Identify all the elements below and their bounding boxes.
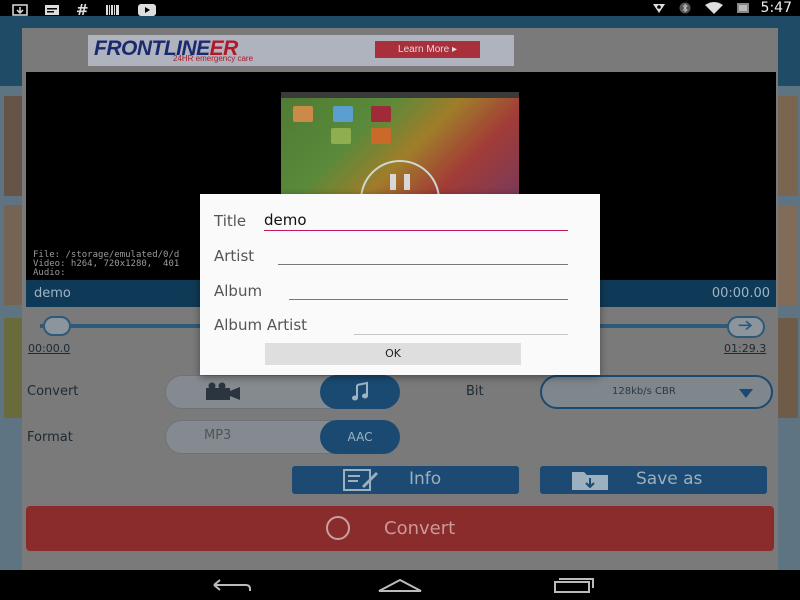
barcode-icon — [105, 5, 119, 15]
artist-field[interactable] — [278, 246, 566, 264]
ok-button[interactable]: OK — [265, 343, 521, 365]
download-icon — [12, 4, 28, 16]
album-artist-field[interactable] — [354, 315, 566, 333]
bluetooth-icon — [679, 2, 691, 14]
media-title: demo — [34, 286, 71, 301]
home-icon[interactable] — [377, 577, 423, 593]
edit-icon — [343, 469, 378, 491]
app-icon — [333, 106, 353, 122]
battery-icon — [736, 3, 749, 13]
back-icon[interactable] — [206, 577, 252, 593]
ad-learn-more-button[interactable]: Learn More ▸ — [375, 41, 480, 58]
save-as-button[interactable]: Save as — [540, 466, 767, 494]
title-label: Title — [214, 212, 247, 230]
bit-label: Bit — [466, 384, 484, 399]
message-icon — [45, 5, 59, 15]
location-icon — [652, 4, 665, 13]
arrow-right-icon — [738, 320, 753, 331]
folder-download-icon — [572, 472, 608, 490]
status-bar: # 5:47 — [0, 0, 800, 19]
screen: { "status_bar": { "time": "5:47", "left_… — [0, 0, 800, 600]
app-icon — [371, 128, 391, 144]
wifi-icon — [704, 2, 723, 14]
convert-button[interactable]: Convert — [26, 506, 774, 551]
info-button[interactable]: Info — [292, 466, 519, 494]
artist-underline — [278, 264, 568, 265]
background-thumbnail — [778, 205, 798, 305]
app-icon — [371, 106, 391, 122]
background-thumbnail — [4, 205, 24, 305]
title-field[interactable] — [264, 211, 564, 229]
app-icon — [293, 106, 313, 122]
background-thumbnail — [778, 318, 798, 418]
background-thumbnail — [4, 318, 24, 418]
album-underline — [289, 299, 568, 300]
format-option-mp3[interactable]: MP3 — [204, 428, 231, 443]
recents-icon[interactable] — [549, 577, 595, 593]
navigation-bar — [0, 570, 800, 600]
convert-label: Convert — [27, 384, 79, 399]
clock: 5:47 — [760, 0, 792, 16]
album-artist-underline — [354, 334, 568, 335]
artist-label: Artist — [214, 247, 255, 265]
title-underline — [264, 230, 568, 231]
audio-mode-button[interactable] — [320, 375, 400, 409]
trim-end-handle[interactable] — [727, 316, 765, 338]
trim-end-time: 01:29.3 — [724, 342, 767, 355]
format-option-aac[interactable]: AAC — [320, 420, 400, 454]
refresh-icon — [326, 516, 350, 540]
ad-banner[interactable]: FRONTLINEER 24HR emergency care Learn Mo… — [88, 35, 514, 66]
current-time: 00:00.00 — [711, 286, 770, 301]
chevron-down-icon — [739, 389, 753, 398]
ad-tagline: 24HR emergency care — [173, 54, 254, 63]
trim-start-handle[interactable] — [43, 316, 71, 336]
background-thumbnail — [778, 96, 798, 196]
bitrate-dropdown[interactable]: 128kb/s CBR — [540, 375, 773, 409]
format-label: Format — [27, 430, 73, 445]
file-info: File: /storage/emulated/0/d Video: h264, … — [33, 250, 180, 278]
trim-start-time: 00:00.0 — [28, 342, 71, 355]
album-field[interactable] — [289, 281, 565, 299]
background-thumbnail — [4, 96, 24, 196]
metadata-dialog: Title Artist Album Album Artist OK — [200, 194, 600, 375]
bitrate-value: 128kb/s CBR — [612, 386, 676, 397]
music-note-icon — [352, 381, 368, 401]
album-artist-label: Album Artist — [214, 316, 308, 334]
video-camera-icon[interactable] — [204, 382, 244, 402]
youtube-icon — [137, 4, 156, 16]
app-icon — [331, 128, 351, 144]
album-label: Album — [214, 282, 263, 300]
